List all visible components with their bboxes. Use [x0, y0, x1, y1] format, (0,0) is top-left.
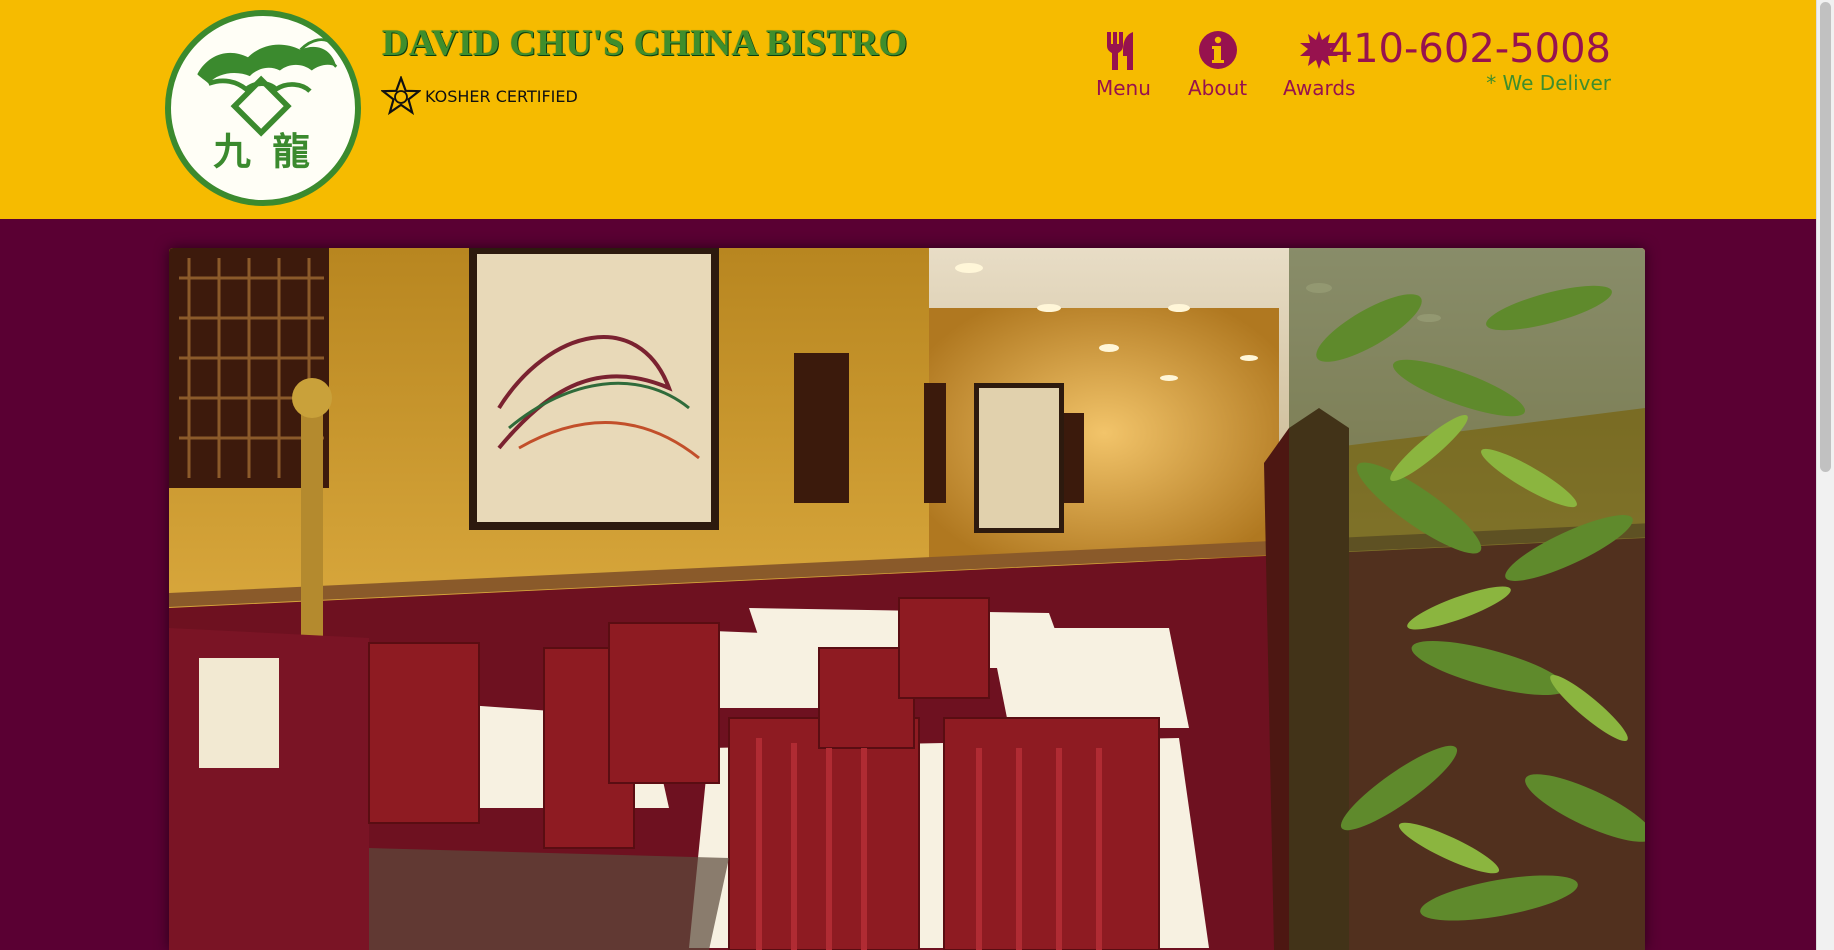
nav-awards-label: Awards — [1283, 76, 1356, 100]
dragon-logo-icon: 九 龍 — [197, 38, 338, 173]
scrollbar-thumb[interactable] — [1820, 2, 1831, 472]
kosher-label: KOSHER CERTIFIED — [425, 86, 578, 106]
nav-about-label: About — [1188, 76, 1248, 100]
phone-number-link[interactable]: 410-602-5008 — [1328, 26, 1611, 72]
nav-menu-label: Menu — [1096, 76, 1151, 100]
kosher-badge: KOSHER CERTIFIED — [381, 76, 578, 116]
dining-room-photo — [169, 248, 1645, 950]
hero-image — [169, 248, 1645, 950]
restaurant-title[interactable]: DAVID CHU'S CHINA BISTRO — [382, 22, 908, 65]
svg-text:龍: 龍 — [272, 129, 310, 173]
site-header: 九 龍 DAVID CHU'S CHINA BISTRO KOSHER CERT… — [0, 0, 1816, 219]
page-scrollbar[interactable] — [1816, 0, 1834, 950]
delivery-note: * We Deliver — [1486, 71, 1611, 95]
restaurant-logo[interactable]: 九 龍 — [165, 10, 361, 206]
nav-menu[interactable]: Menu — [1096, 30, 1151, 100]
svg-text:九: 九 — [213, 129, 251, 173]
kosher-star-icon — [381, 76, 421, 116]
nav-about[interactable]: About — [1188, 30, 1247, 100]
info-icon — [1198, 31, 1237, 69]
utensils-icon — [1107, 32, 1134, 70]
